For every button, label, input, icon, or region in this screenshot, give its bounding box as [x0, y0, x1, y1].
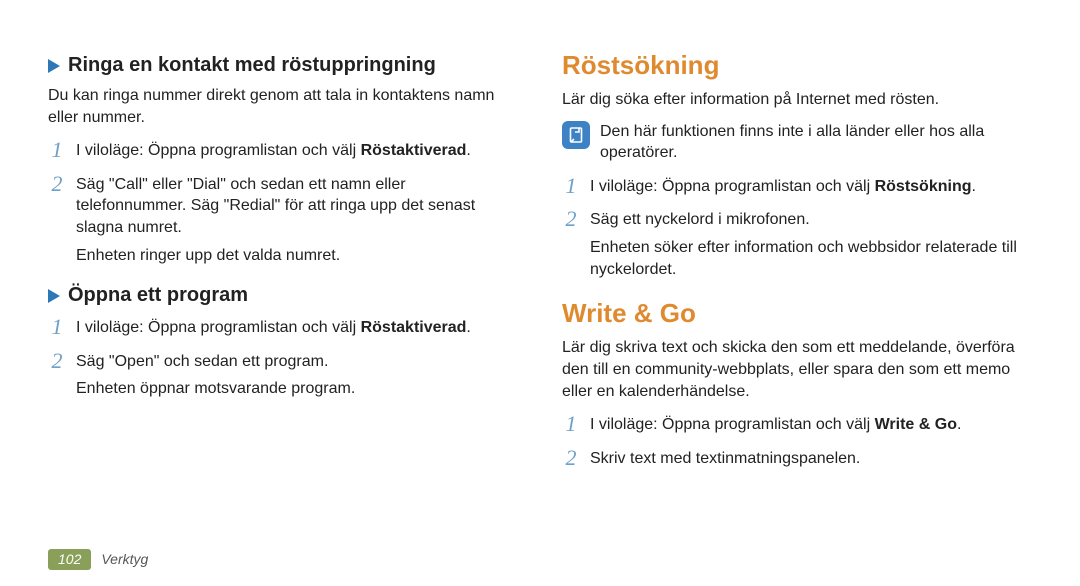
footer-section-label: Verktyg — [101, 550, 148, 569]
step-body: I viloläge: Öppna programlistan och välj… — [76, 138, 518, 168]
step-number-icon: 2 — [562, 446, 580, 469]
step-number-icon: 2 — [48, 349, 66, 372]
steps-rostsokning: 1 I viloläge: Öppna programlistan och vä… — [562, 174, 1032, 286]
step-2: 2 Skriv text med textinmatningspanelen. — [562, 446, 1032, 476]
step-body: I viloläge: Öppna programlistan och välj… — [590, 412, 1032, 442]
step-2: 2 Säg ett nyckelord i mikrofonen. Enhete… — [562, 207, 1032, 286]
page-number-badge: 102 — [48, 549, 91, 570]
step-number-icon: 2 — [562, 207, 580, 230]
bold-term: Röstsökning — [875, 178, 972, 195]
step-text: Skriv text med textinmatningspanelen. — [590, 448, 1032, 470]
step-text: I viloläge: Öppna programlistan och välj… — [76, 317, 518, 339]
text: I viloläge: Öppna programlistan och välj — [76, 142, 361, 159]
step-1: 1 I viloläge: Öppna programlistan och vä… — [48, 315, 518, 345]
chevron-right-icon — [48, 289, 60, 303]
text: . — [957, 416, 961, 433]
step-text: I viloläge: Öppna programlistan och välj… — [590, 176, 1032, 198]
heading-ringa: Ringa en kontakt med röstuppringning — [48, 52, 518, 79]
text: I viloläge: Öppna programlistan och välj — [76, 319, 361, 336]
bold-term: Röstaktiverad — [361, 319, 467, 336]
step-body: I viloläge: Öppna programlistan och välj… — [76, 315, 518, 345]
heading-oppna-text: Öppna ett program — [68, 282, 248, 309]
step-body: Säg "Open" och sedan ett program. Enhete… — [76, 349, 518, 406]
title-write-go: Write & Go — [562, 296, 1032, 331]
step-body: Säg ett nyckelord i mikrofonen. Enheten … — [590, 207, 1032, 286]
step-number-icon: 1 — [562, 174, 580, 197]
text: . — [466, 142, 470, 159]
step-1: 1 I viloläge: Öppna programlistan och vä… — [48, 138, 518, 168]
step-text: Säg ett nyckelord i mikrofonen. — [590, 209, 1032, 231]
right-column: Röstsökning Lär dig söka efter informati… — [562, 42, 1032, 568]
step-number-icon: 2 — [48, 172, 66, 195]
heading-ringa-text: Ringa en kontakt med röstuppringning — [68, 52, 436, 79]
text: . — [971, 178, 975, 195]
text: I viloläge: Öppna programlistan och välj — [590, 416, 875, 433]
manual-page: Ringa en kontakt med röstuppringning Du … — [0, 0, 1080, 586]
left-column: Ringa en kontakt med röstuppringning Du … — [48, 42, 518, 568]
rostsokning-intro: Lär dig söka efter information på Intern… — [562, 89, 1032, 111]
note-icon — [562, 121, 590, 149]
step-result: Enheten öppnar motsvarande program. — [76, 378, 518, 400]
page-footer: 102 Verktyg — [48, 549, 148, 570]
bold-term: Write & Go — [875, 416, 957, 433]
step-2: 2 Säg "Open" och sedan ett program. Enhe… — [48, 349, 518, 406]
step-text: I viloläge: Öppna programlistan och välj… — [590, 414, 1032, 436]
heading-oppna: Öppna ett program — [48, 282, 518, 309]
text: . — [466, 319, 470, 336]
step-body: Säg "Call" eller "Dial" och sedan ett na… — [76, 172, 518, 272]
steps-ringa: 1 I viloläge: Öppna programlistan och vä… — [48, 138, 518, 272]
step-text: I viloläge: Öppna programlistan och välj… — [76, 140, 518, 162]
step-2: 2 Säg "Call" eller "Dial" och sedan ett … — [48, 172, 518, 272]
step-text: Säg "Call" eller "Dial" och sedan ett na… — [76, 174, 518, 239]
step-result: Enheten ringer upp det valda numret. — [76, 245, 518, 267]
step-1: 1 I viloläge: Öppna programlistan och vä… — [562, 412, 1032, 442]
step-result: Enheten söker efter information och webb… — [590, 237, 1032, 280]
step-number-icon: 1 — [48, 138, 66, 161]
steps-oppna: 1 I viloläge: Öppna programlistan och vä… — [48, 315, 518, 406]
ringa-intro: Du kan ringa nummer direkt genom att tal… — [48, 85, 518, 128]
step-text: Säg "Open" och sedan ett program. — [76, 351, 518, 373]
step-number-icon: 1 — [48, 315, 66, 338]
note-body: Den här funktionen finns inte i alla län… — [600, 121, 1032, 164]
steps-writego: 1 I viloläge: Öppna programlistan och vä… — [562, 412, 1032, 475]
step-number-icon: 1 — [562, 412, 580, 435]
text: I viloläge: Öppna programlistan och välj — [590, 178, 875, 195]
step-body: I viloläge: Öppna programlistan och välj… — [590, 174, 1032, 204]
step-1: 1 I viloläge: Öppna programlistan och vä… — [562, 174, 1032, 204]
step-body: Skriv text med textinmatningspanelen. — [590, 446, 1032, 476]
chevron-right-icon — [48, 59, 60, 73]
writego-intro: Lär dig skriva text och skicka den som e… — [562, 337, 1032, 402]
note-rostsokning: Den här funktionen finns inte i alla län… — [562, 121, 1032, 164]
title-rostsokning: Röstsökning — [562, 48, 1032, 83]
bold-term: Röstaktiverad — [361, 142, 467, 159]
